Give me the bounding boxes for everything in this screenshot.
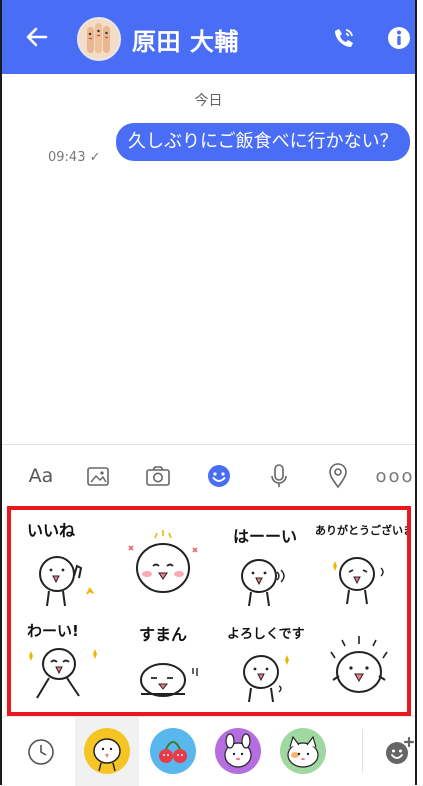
contact-name: 原田 大輔 bbox=[132, 28, 239, 56]
sticker-caption: はーーい bbox=[233, 527, 297, 546]
sticker-caption: いいね bbox=[27, 521, 75, 540]
more-button[interactable]: ooo bbox=[375, 461, 412, 491]
info-icon[interactable] bbox=[386, 25, 412, 51]
sticker-icon[interactable] bbox=[204, 461, 234, 491]
chat-header: 原田 大輔 bbox=[2, 0, 415, 74]
phone-call-icon[interactable] bbox=[332, 26, 356, 50]
recent-icon[interactable] bbox=[26, 737, 56, 767]
sticker-arigatou[interactable]: ありがとうございます bbox=[311, 516, 407, 612]
sticker-haai[interactable]: はーーい bbox=[217, 516, 313, 612]
avatar[interactable] bbox=[77, 17, 121, 61]
sticker-pack-2[interactable] bbox=[149, 727, 197, 775]
chat-area[interactable]: 今日 09:43 ✓ 久しぶりにご飯食べに行かない？ bbox=[2, 74, 415, 444]
sticker-pack-4[interactable] bbox=[279, 727, 327, 775]
sticker-surprised[interactable] bbox=[311, 614, 407, 710]
sticker-caption: すまん bbox=[139, 625, 187, 644]
sticker-caption: よろしくです bbox=[227, 627, 305, 642]
camera-icon[interactable] bbox=[144, 461, 172, 491]
sticker-caption: わーい! bbox=[27, 622, 79, 640]
sticker-blush[interactable] bbox=[115, 516, 211, 612]
location-icon[interactable] bbox=[325, 461, 351, 491]
add-sticker-icon[interactable] bbox=[383, 735, 415, 767]
sticker-iine[interactable]: いいね bbox=[19, 516, 115, 612]
sticker-pack-1[interactable] bbox=[83, 727, 131, 775]
sticker-caption: ありがとうございます bbox=[315, 523, 407, 537]
sticker-panel: いいね はーーい ありがとうございます bbox=[7, 506, 411, 716]
sticker-yoroshiku[interactable]: よろしくです bbox=[217, 614, 313, 710]
back-arrow-icon[interactable] bbox=[24, 24, 50, 50]
message-time: 09:43 ✓ bbox=[48, 150, 101, 165]
date-separator: 今日 bbox=[194, 93, 223, 109]
image-icon[interactable] bbox=[84, 461, 112, 491]
microphone-icon[interactable] bbox=[266, 461, 292, 491]
text-format-button[interactable]: Aa bbox=[26, 461, 56, 491]
sticker-package-bar bbox=[2, 716, 415, 786]
app-frame: 原田 大輔 今日 09:43 ✓ 久しぶりにご飯食べに行かない？ Aa ooo … bbox=[0, 0, 417, 786]
message-bubble[interactable]: 久しぶりにご飯食べに行かない？ bbox=[116, 123, 410, 161]
bar-divider bbox=[362, 729, 363, 773]
sticker-suman[interactable]: すまん bbox=[115, 614, 211, 710]
input-toolbar: Aa ooo bbox=[2, 444, 415, 507]
sticker-waai[interactable]: わーい! bbox=[19, 614, 115, 710]
sticker-pack-3[interactable] bbox=[214, 727, 262, 775]
